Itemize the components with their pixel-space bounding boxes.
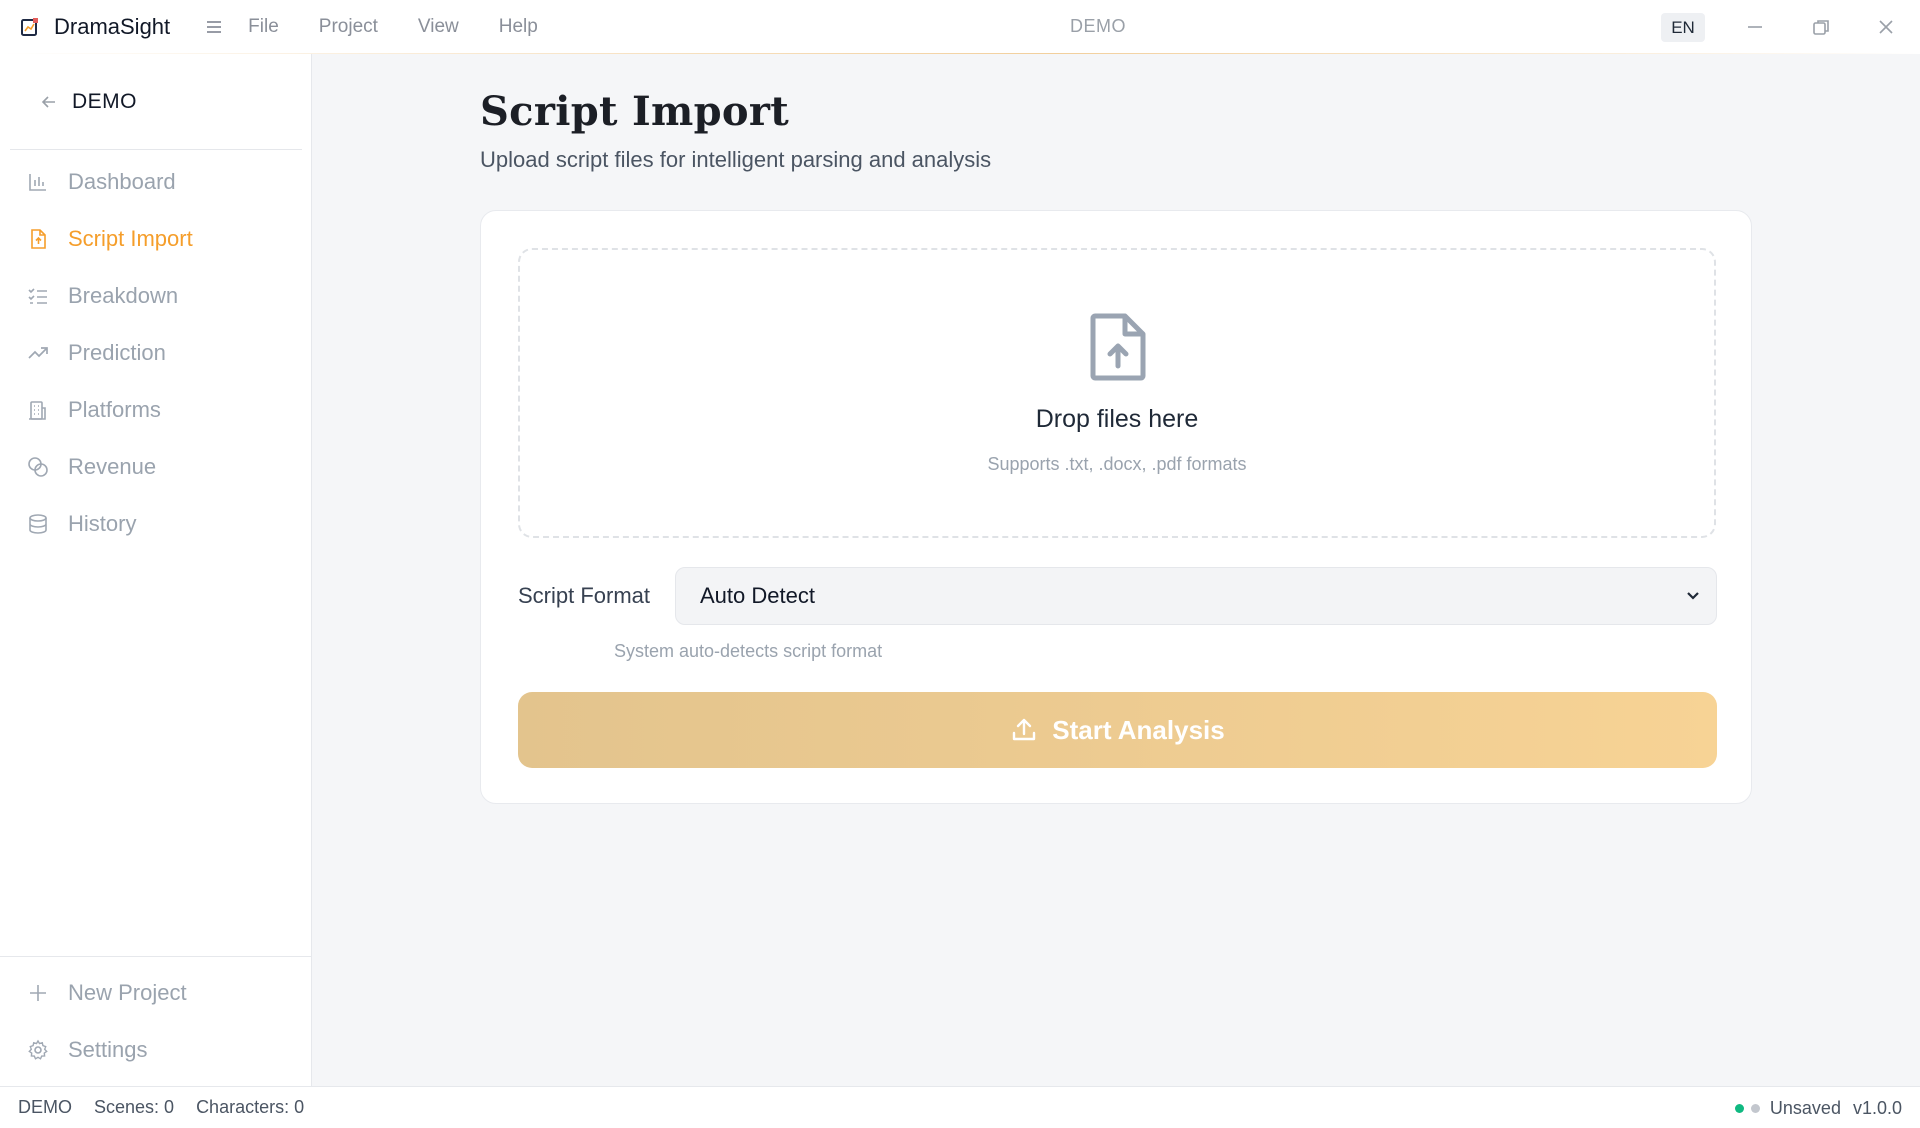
sidebar-item-breakdown[interactable]: Breakdown bbox=[26, 276, 178, 316]
title-bar: DramaSight File Project View Help DEMO E… bbox=[0, 0, 1920, 54]
menu-view[interactable]: View bbox=[418, 16, 459, 38]
dropzone-title: Drop files here bbox=[1035, 405, 1199, 433]
sidebar-item-platforms[interactable]: Platforms bbox=[26, 390, 161, 430]
script-format-hint: System auto-detects script format bbox=[614, 641, 883, 661]
minimize-button[interactable] bbox=[1742, 14, 1768, 40]
start-analysis-button[interactable]: Start Analysis bbox=[518, 692, 1717, 768]
status-project: DEMO bbox=[18, 1097, 72, 1117]
menu-project[interactable]: Project bbox=[319, 16, 378, 38]
close-icon bbox=[1879, 20, 1893, 34]
sidebar-item-label: Platforms bbox=[68, 397, 161, 422]
trending-up-icon bbox=[26, 341, 50, 365]
app-name: DramaSight bbox=[54, 13, 171, 39]
save-state: Unsaved bbox=[1769, 1097, 1841, 1118]
settings-button[interactable]: Settings bbox=[26, 1030, 148, 1070]
language-toggle[interactable]: EN bbox=[1661, 13, 1705, 42]
status-bar: DEMO Scenes: 0 Characters: 0 Unsaved v1.… bbox=[0, 1086, 1920, 1128]
sidebar-item-label: Breakdown bbox=[68, 283, 179, 308]
minimize-icon bbox=[1748, 26, 1762, 28]
sidebar-item-label: Revenue bbox=[68, 454, 157, 479]
hamburger-menu-icon[interactable] bbox=[204, 17, 224, 37]
building-icon bbox=[26, 398, 50, 422]
app-logo-icon bbox=[21, 17, 38, 36]
project-header[interactable]: DEMO bbox=[10, 54, 302, 150]
bar-chart-icon bbox=[26, 170, 50, 194]
file-dropzone[interactable]: Drop files here Supports .txt, .docx, .p… bbox=[518, 248, 1716, 538]
database-icon bbox=[26, 512, 50, 536]
app-version: v1.0.0 bbox=[1852, 1097, 1902, 1118]
arrow-left-icon[interactable] bbox=[40, 93, 58, 111]
sidebar-item-revenue[interactable]: Revenue bbox=[26, 447, 156, 487]
file-upload-icon bbox=[26, 227, 50, 251]
script-format-label: Script Format bbox=[518, 583, 651, 608]
upload-icon bbox=[1013, 718, 1036, 741]
restore-icon bbox=[1813, 20, 1829, 35]
dropzone-formats: Supports .txt, .docx, .pdf formats bbox=[987, 454, 1247, 474]
sidebar-item-label: Prediction bbox=[68, 340, 166, 365]
import-card: Drop files here Supports .txt, .docx, .p… bbox=[480, 210, 1752, 804]
coins-icon bbox=[26, 455, 50, 479]
script-format-value: Auto Detect bbox=[700, 583, 815, 608]
project-name: DEMO bbox=[72, 89, 137, 113]
menu-bar: File Project View Help bbox=[248, 16, 578, 38]
sidebar-item-history[interactable]: History bbox=[26, 504, 136, 544]
brand: DramaSight bbox=[20, 14, 170, 40]
sidebar-item-label: History bbox=[68, 511, 137, 536]
maximize-button[interactable] bbox=[1808, 14, 1834, 40]
page-title: Script Import bbox=[480, 88, 790, 135]
new-project-label: New Project bbox=[68, 980, 187, 1005]
sidebar-item-script-import[interactable]: Script Import bbox=[26, 219, 193, 259]
new-project-button[interactable]: New Project bbox=[26, 973, 187, 1013]
settings-label: Settings bbox=[68, 1037, 148, 1062]
checklist-icon bbox=[26, 284, 50, 308]
window-title: DEMO bbox=[1070, 16, 1126, 36]
sidebar: DEMO Dashboard Script Import Breakdown P… bbox=[0, 54, 312, 1086]
start-analysis-label: Start Analysis bbox=[1052, 714, 1225, 745]
file-upload-icon bbox=[1090, 313, 1146, 381]
plus-icon bbox=[26, 981, 50, 1005]
menu-help[interactable]: Help bbox=[499, 16, 538, 38]
sidebar-item-label: Dashboard bbox=[68, 169, 176, 194]
chevron-down-icon bbox=[1687, 592, 1699, 600]
close-button[interactable] bbox=[1873, 14, 1899, 40]
script-format-select[interactable]: Auto Detect bbox=[675, 567, 1717, 625]
page-subtitle: Upload script files for intelligent pars… bbox=[480, 147, 992, 172]
connection-status-dot bbox=[1734, 1103, 1744, 1113]
gear-icon bbox=[26, 1038, 50, 1062]
sidebar-footer bbox=[0, 956, 312, 957]
sync-status-dot bbox=[1750, 1103, 1760, 1113]
status-scenes: Scenes: 0 bbox=[94, 1097, 175, 1117]
status-right: Unsaved v1.0.0 bbox=[1734, 1087, 1902, 1128]
sidebar-item-label: Script Import bbox=[68, 226, 193, 251]
menu-file[interactable]: File bbox=[248, 16, 279, 38]
status-characters: Characters: 0 bbox=[196, 1097, 305, 1117]
sidebar-item-dashboard[interactable]: Dashboard bbox=[26, 162, 176, 202]
sidebar-item-prediction[interactable]: Prediction bbox=[26, 333, 166, 373]
